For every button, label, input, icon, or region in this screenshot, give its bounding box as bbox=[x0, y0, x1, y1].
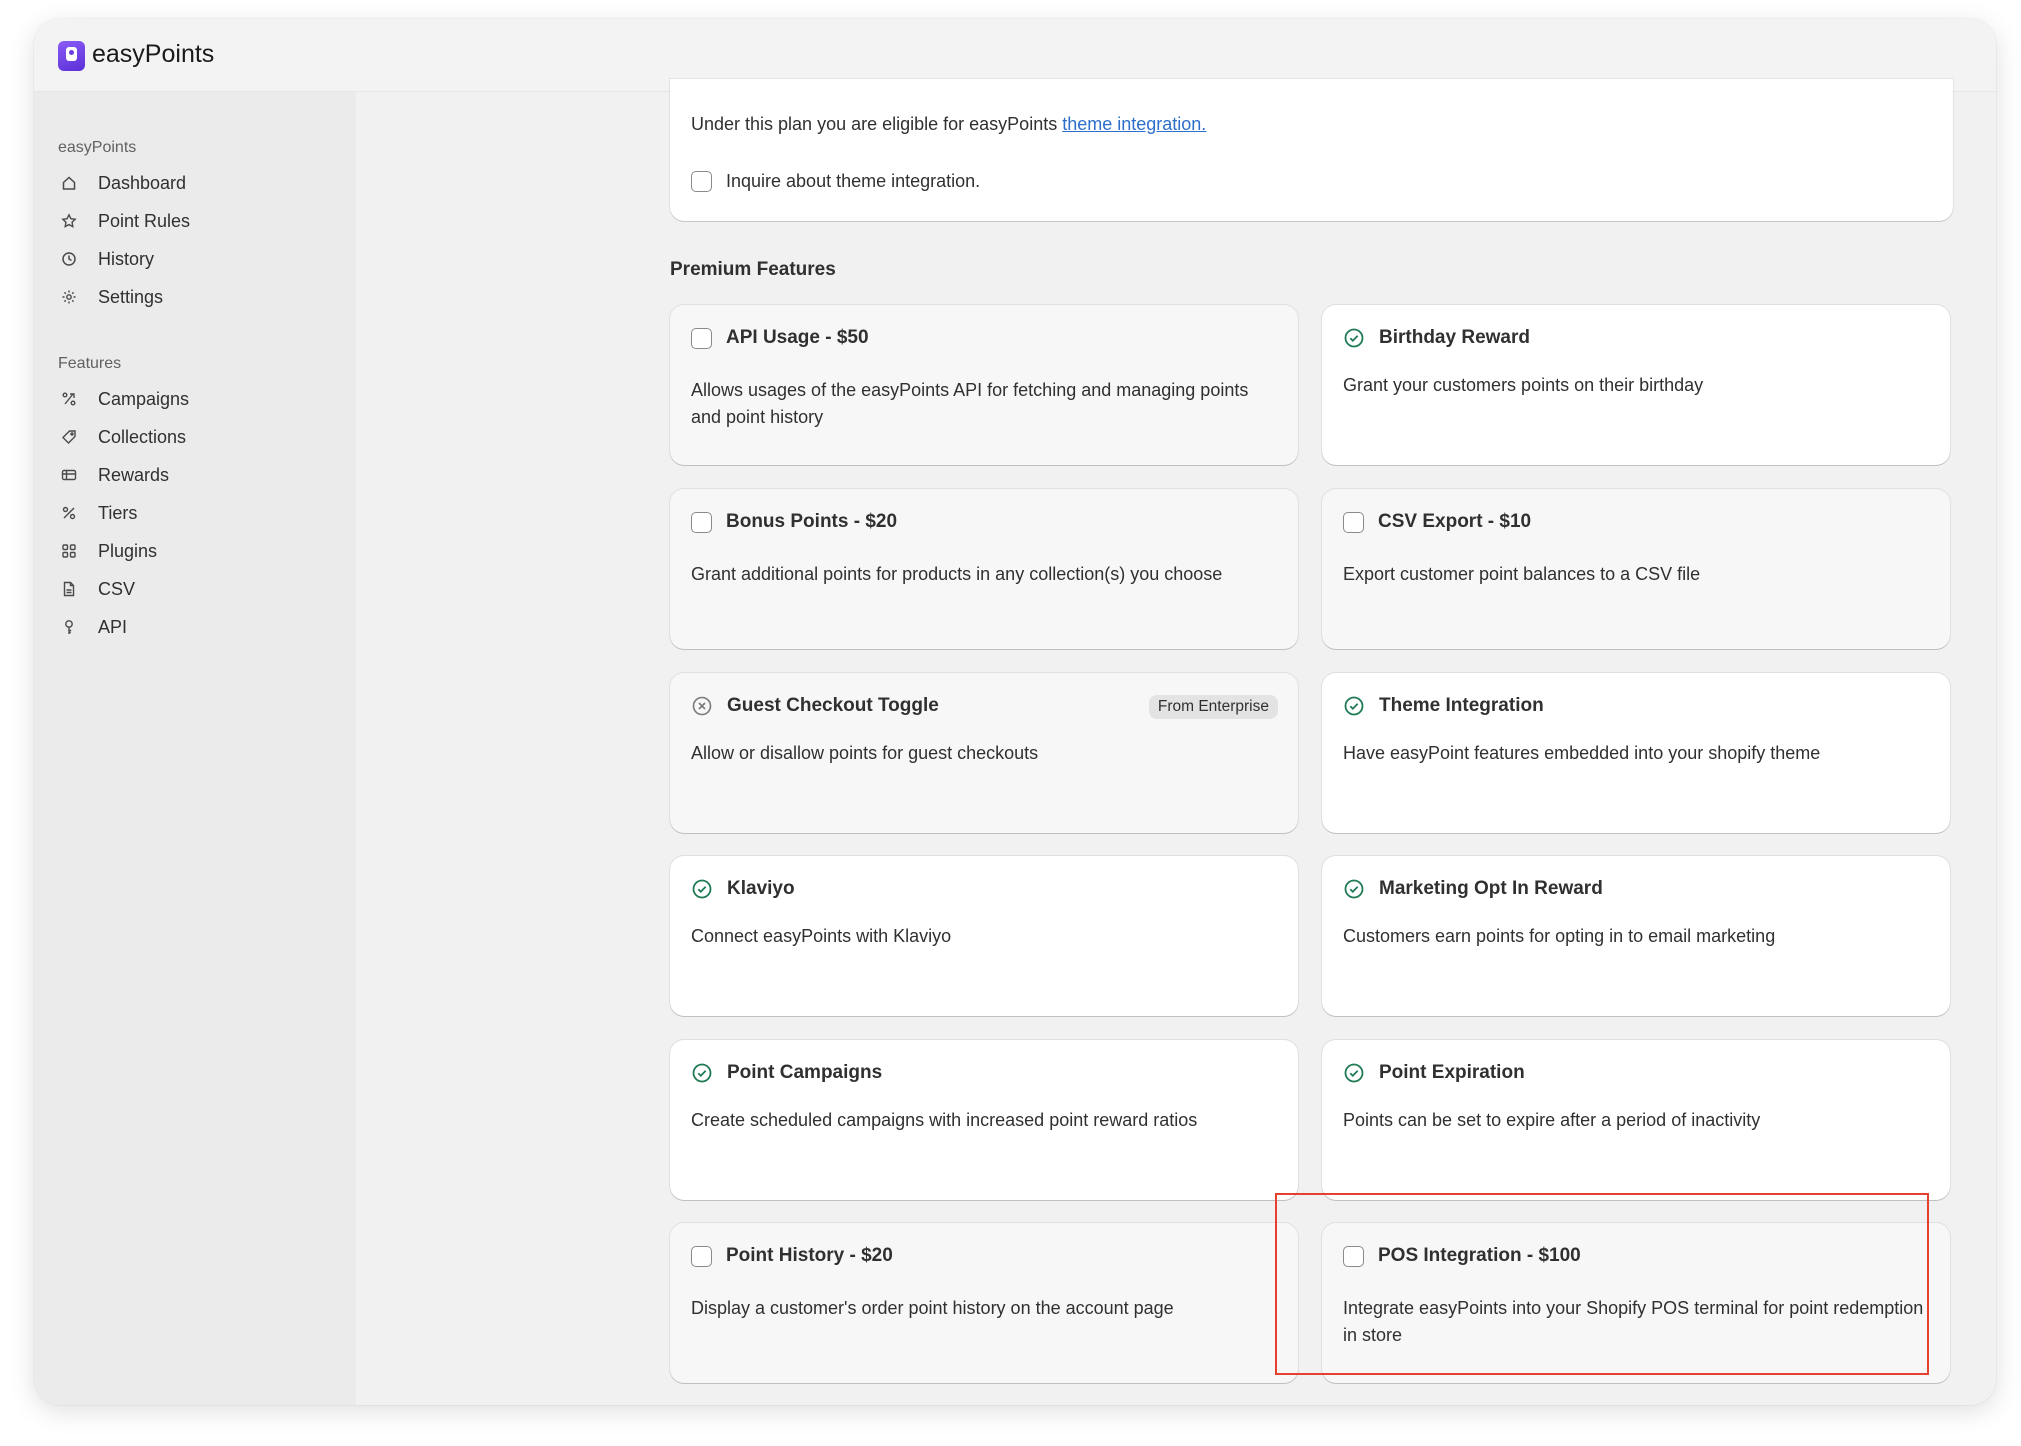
checkbox[interactable] bbox=[691, 171, 712, 192]
sidebar-item-collections[interactable]: Collections bbox=[60, 421, 186, 453]
feature-checkbox[interactable] bbox=[1343, 511, 1364, 533]
feature-description: Customers earn points for opting in to e… bbox=[1343, 926, 1776, 946]
sidebar-item-label: Tiers bbox=[98, 502, 138, 523]
premium-features-title: Premium Features bbox=[670, 259, 836, 280]
feature-card-point-expiration[interactable]: Point Expiration Points can be set to ex… bbox=[1322, 1040, 1950, 1200]
sidebar-item-label: History bbox=[98, 248, 155, 269]
plan-info-card: Under this plan you are eligible for eas… bbox=[670, 79, 1953, 221]
feature-card-csv-export[interactable]: CSV Export - $10 Export customer point b… bbox=[1322, 489, 1950, 649]
file-icon bbox=[60, 580, 78, 598]
feature-card-point-campaigns[interactable]: Point Campaigns Create scheduled campaig… bbox=[670, 1040, 1298, 1200]
feature-title: Guest Checkout Toggle bbox=[727, 695, 939, 716]
percent-icon bbox=[60, 504, 78, 522]
feature-card-guest-checkout-toggle: Guest Checkout Toggle From Enterprise Al… bbox=[670, 673, 1298, 833]
sidebar-item-rewards[interactable]: Rewards bbox=[60, 459, 169, 491]
theme-integration-link[interactable]: theme integration. bbox=[1062, 114, 1206, 134]
feature-title: Bonus Points - $20 bbox=[726, 511, 898, 532]
feature-card-point-history[interactable]: Point History - $20 Display a customer's… bbox=[670, 1223, 1298, 1383]
feature-checkbox[interactable] bbox=[691, 511, 712, 533]
feature-title: Marketing Opt In Reward bbox=[1379, 878, 1603, 899]
feature-description: Create scheduled campaigns with increase… bbox=[691, 1110, 1198, 1130]
feature-description: Grant your customers points on their bir… bbox=[1343, 375, 1704, 395]
feature-title: CSV Export - $10 bbox=[1378, 511, 1532, 532]
sidebar-item-label: API bbox=[98, 616, 128, 637]
gear-icon bbox=[60, 288, 78, 306]
sidebar: easyPoints Dashboard Point Rules History… bbox=[34, 92, 356, 1405]
feature-card-birthday-reward[interactable]: Birthday Reward Grant your customers poi… bbox=[1322, 305, 1950, 465]
campaign-icon bbox=[60, 390, 78, 408]
sidebar-item-plugins[interactable]: Plugins bbox=[60, 535, 157, 567]
sidebar-item-tiers[interactable]: Tiers bbox=[60, 497, 137, 529]
feature-title: Point History - $20 bbox=[726, 1245, 893, 1266]
feature-card-marketing-opt-in-reward[interactable]: Marketing Opt In Reward Customers earn p… bbox=[1322, 856, 1950, 1016]
sidebar-item-point-rules[interactable]: Point Rules bbox=[60, 205, 190, 237]
feature-card-theme-integration[interactable]: Theme Integration Have easyPoint feature… bbox=[1322, 673, 1950, 833]
easypoints-logo-icon bbox=[58, 41, 85, 71]
plan-badge: From Enterprise bbox=[1148, 695, 1278, 719]
feature-description: Display a customer's order point history… bbox=[691, 1298, 1174, 1318]
feature-description: Grant additional points for products in … bbox=[691, 564, 1223, 584]
sidebar-item-label: CSV bbox=[98, 578, 136, 599]
plan-eligibility-text: Under this plan you are eligible for eas… bbox=[691, 114, 1207, 134]
feature-card-pos-integration[interactable]: POS Integration - $100 Integrate easyPoi… bbox=[1322, 1223, 1950, 1383]
feature-title: Klaviyo bbox=[727, 878, 795, 899]
inquire-label: Inquire about theme integration. bbox=[726, 171, 981, 191]
check-circle-icon bbox=[691, 878, 713, 900]
sidebar-item-label: Settings bbox=[98, 286, 164, 307]
sidebar-item-settings[interactable]: Settings bbox=[60, 281, 163, 313]
check-circle-icon bbox=[691, 1062, 713, 1084]
apps-icon bbox=[60, 542, 78, 560]
feature-description: Integrate easyPoints into your Shopify P… bbox=[1343, 1298, 1924, 1345]
feature-checkbox[interactable] bbox=[1343, 1245, 1364, 1267]
check-circle-icon bbox=[1343, 327, 1365, 349]
check-circle-icon bbox=[1343, 695, 1365, 717]
feature-description: Have easyPoint features embedded into yo… bbox=[1343, 743, 1821, 763]
feature-card-api-usage[interactable]: API Usage - $50 Allows usages of the eas… bbox=[670, 305, 1298, 465]
feature-checkbox[interactable] bbox=[691, 1245, 712, 1267]
feature-description: Export customer point balances to a CSV … bbox=[1343, 564, 1701, 584]
key-icon bbox=[60, 618, 78, 636]
sidebar-item-campaigns[interactable]: Campaigns bbox=[60, 383, 189, 415]
feature-description: Connect easyPoints with Klaviyo bbox=[691, 926, 952, 946]
feature-title: API Usage - $50 bbox=[726, 327, 869, 348]
sidebar-item-label: Point Rules bbox=[98, 210, 191, 231]
feature-description: Points can be set to expire after a peri… bbox=[1343, 1110, 1761, 1130]
sidebar-item-dashboard[interactable]: Dashboard bbox=[60, 167, 186, 199]
sidebar-section-title: Features bbox=[58, 355, 122, 372]
inquire-theme-integration-checkbox[interactable]: Inquire about theme integration. bbox=[691, 171, 980, 192]
gift-card-icon bbox=[60, 466, 78, 484]
sidebar-item-label: Rewards bbox=[98, 464, 170, 485]
sidebar-item-csv[interactable]: CSV bbox=[60, 573, 135, 605]
brand-name: easyPoints bbox=[92, 40, 215, 68]
home-icon bbox=[60, 174, 78, 192]
feature-card-klaviyo[interactable]: Klaviyo Connect easyPoints with Klaviyo bbox=[670, 856, 1298, 1016]
check-circle-icon bbox=[1343, 878, 1365, 900]
sidebar-item-label: Dashboard bbox=[98, 172, 187, 193]
sidebar-section-title: easyPoints bbox=[58, 139, 137, 156]
sidebar-item-label: Plugins bbox=[98, 540, 158, 561]
clock-icon bbox=[60, 250, 78, 268]
x-circle-icon bbox=[691, 695, 713, 717]
check-circle-icon bbox=[1343, 1062, 1365, 1084]
sidebar-item-label: Collections bbox=[98, 426, 187, 447]
tag-icon bbox=[60, 428, 78, 446]
sidebar-item-label: Campaigns bbox=[98, 388, 190, 409]
sidebar-item-api[interactable]: API bbox=[60, 611, 127, 643]
app-window: easyPoints easyPoints Dashboard Point Ru… bbox=[34, 19, 1996, 1405]
feature-description: Allows usages of the easyPoints API for … bbox=[691, 380, 1249, 427]
feature-title: Point Expiration bbox=[1379, 1062, 1525, 1083]
feature-description: Allow or disallow points for guest check… bbox=[691, 743, 1039, 763]
feature-title: Point Campaigns bbox=[727, 1062, 883, 1083]
feature-checkbox[interactable] bbox=[691, 327, 712, 349]
feature-title: Birthday Reward bbox=[1379, 327, 1530, 348]
star-icon bbox=[60, 212, 78, 230]
feature-title: POS Integration - $100 bbox=[1378, 1245, 1581, 1266]
feature-title: Theme Integration bbox=[1379, 695, 1544, 716]
feature-card-bonus-points[interactable]: Bonus Points - $20 Grant additional poin… bbox=[670, 489, 1298, 649]
sidebar-item-history[interactable]: History bbox=[60, 243, 154, 275]
